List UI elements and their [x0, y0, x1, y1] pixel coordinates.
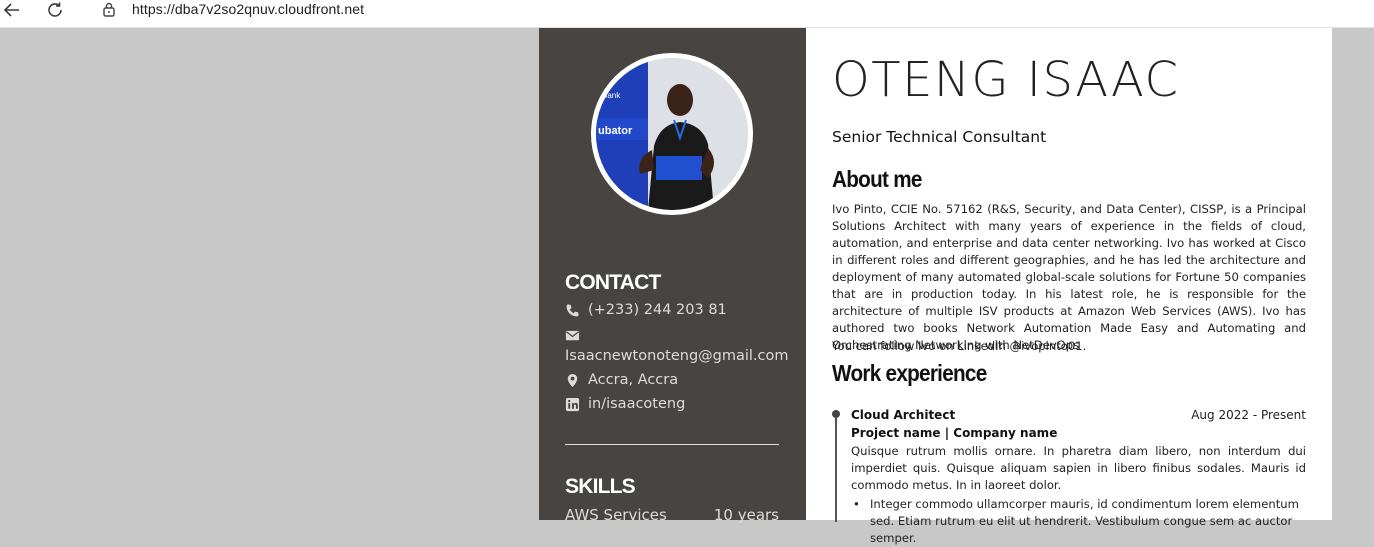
- contact-email[interactable]: Isaacnewtonoteng@gmail.com: [565, 348, 789, 364]
- page-background: ubator Bank CONTACT (+233) 244 203 81 Is…: [0, 28, 1374, 545]
- about-text: Ivo Pinto, CCIE No. 57162 (R&S, Security…: [832, 202, 1306, 352]
- url-text: https://dba7v2so2qnuv.cloudfront.net: [132, 1, 365, 17]
- browser-toolbar: https://dba7v2so2qnuv.cloudfront.net: [0, 0, 1374, 28]
- contact-email-icon-row: [565, 328, 588, 343]
- phone-icon: [566, 303, 579, 316]
- location-text: Accra, Accra: [588, 372, 679, 388]
- resume-sidebar: ubator Bank CONTACT (+233) 244 203 81 Is…: [539, 28, 806, 524]
- avatar: ubator Bank: [591, 53, 753, 215]
- work-heading: Work experience: [832, 360, 987, 386]
- lock-icon: [103, 2, 115, 17]
- skill-item: AWS Services 10 years: [565, 506, 779, 524]
- experience-entry: Cloud Architect Aug 2022 - Present Proje…: [832, 408, 1306, 545]
- sidebar-divider: [565, 444, 779, 445]
- profile-photo: ubator Bank: [596, 58, 748, 210]
- about-heading: About me: [832, 166, 922, 192]
- candidate-name: OTENG ISAAC: [832, 52, 1180, 108]
- experience-description: Quisque rutrum mollis ornare. In pharetr…: [851, 444, 1306, 492]
- address-bar[interactable]: https://dba7v2so2qnuv.cloudfront.net: [84, 0, 1374, 22]
- phone-text: (+233) 244 203 81: [588, 302, 727, 318]
- contact-heading: CONTACT: [565, 271, 661, 294]
- skills-heading: SKILLS: [565, 475, 636, 498]
- contact-phone: (+233) 244 203 81: [565, 302, 727, 318]
- map-pin-icon: [567, 373, 578, 387]
- back-arrow-icon[interactable]: [0, 0, 22, 20]
- reload-icon[interactable]: [44, 0, 66, 20]
- contact-location: Accra, Accra: [565, 372, 678, 388]
- experience-bullet: Integer commodo ullamcorper mauris, id c…: [853, 496, 1306, 547]
- experience-project: Project name | Company name: [851, 426, 1058, 440]
- resume-main: OTENG ISAAC Senior Technical Consultant …: [832, 28, 1306, 545]
- envelope-icon: [565, 330, 580, 341]
- svg-text:ubator: ubator: [598, 125, 633, 137]
- resume-sheet: ubator Bank CONTACT (+233) 244 203 81 Is…: [539, 28, 1332, 545]
- experience-role: Cloud Architect: [851, 408, 956, 422]
- linkedin-link[interactable]: in/isaacoteng: [588, 396, 685, 412]
- job-title: Senior Technical Consultant: [832, 128, 1047, 146]
- timeline-line: [835, 412, 837, 522]
- follow-text: You can follow Ivo on LinkedIn @ivopinto…: [832, 339, 1087, 353]
- experience-dates: Aug 2022 - Present: [1191, 408, 1306, 422]
- contact-linkedin[interactable]: in/isaacoteng: [565, 396, 685, 412]
- linkedin-icon: [565, 397, 580, 411]
- skill-name: AWS Services: [565, 506, 667, 524]
- timeline-dot: [832, 410, 840, 418]
- email-link[interactable]: Isaacnewtonoteng@gmail.com: [565, 348, 789, 364]
- svg-text:Bank: Bank: [602, 91, 621, 100]
- skill-years: 10 years: [713, 506, 779, 524]
